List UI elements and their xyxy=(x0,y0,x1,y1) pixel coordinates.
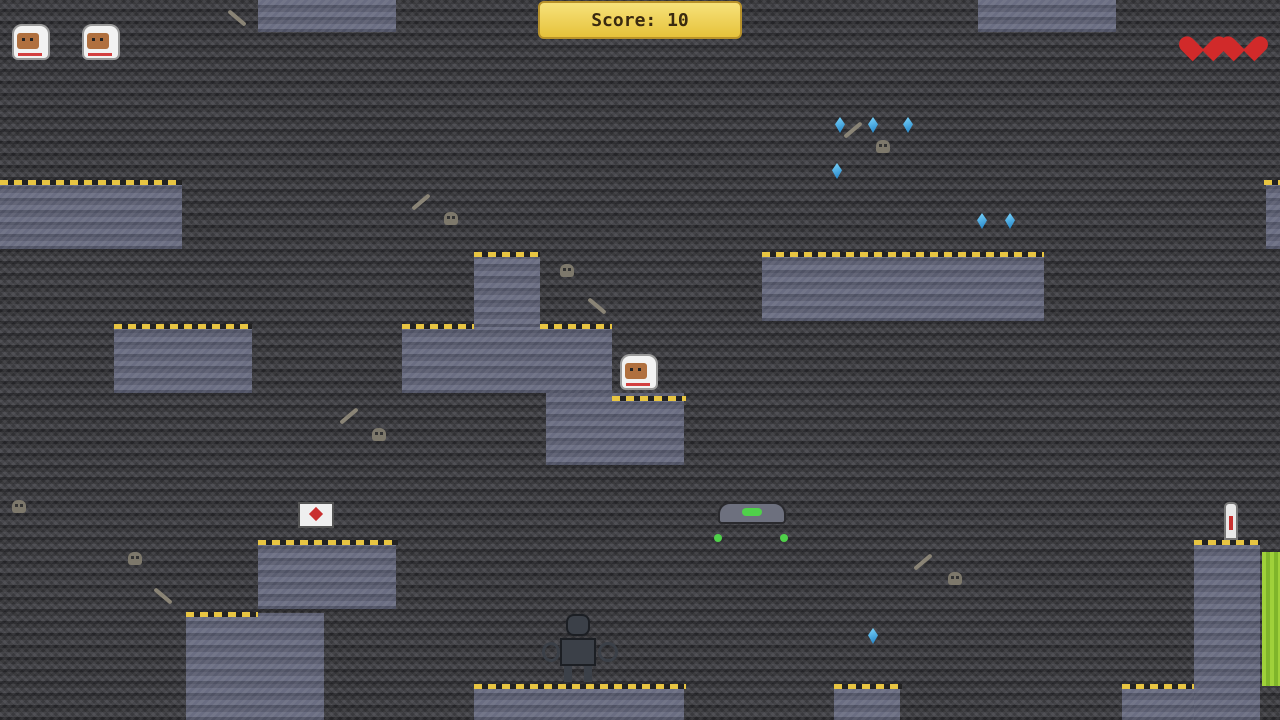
hazard-ledge xyxy=(0,180,182,185)
platform-block xyxy=(546,393,684,465)
life-icon xyxy=(82,24,120,62)
skull-decoration xyxy=(444,212,458,225)
bone-decoration xyxy=(153,587,173,605)
hazard-ledge xyxy=(474,684,686,689)
hazard-ledge xyxy=(612,396,686,401)
skull-decoration xyxy=(128,552,142,565)
hazard-ledge xyxy=(474,252,540,257)
crystal-gem xyxy=(977,213,987,229)
drone-enemy xyxy=(714,498,790,544)
platform-block xyxy=(186,613,324,720)
skull-decoration xyxy=(876,140,890,153)
platform-block xyxy=(402,327,612,393)
platform-block xyxy=(1122,687,1194,720)
crystal-gem xyxy=(868,117,878,133)
bone-decoration xyxy=(227,9,247,27)
platform-block xyxy=(474,255,540,327)
bone-decoration xyxy=(339,407,359,425)
crystal-gem xyxy=(1005,213,1015,229)
crystal-gem xyxy=(832,163,842,179)
hazard-ledge xyxy=(1122,684,1194,689)
score-text: Score: 10 xyxy=(591,9,689,31)
platform-block xyxy=(762,255,1044,321)
acid-wall xyxy=(1262,552,1280,686)
skull-decoration xyxy=(12,500,26,513)
hazard-ledge xyxy=(762,252,1044,257)
hazard-ledge xyxy=(834,684,902,689)
heart-icon xyxy=(1229,26,1259,54)
skull-decoration xyxy=(948,572,962,585)
crystal-gem xyxy=(903,117,913,133)
platform-block xyxy=(834,687,900,720)
skull-decoration xyxy=(560,264,574,277)
game-stage[interactable]: Score: 10 xyxy=(0,0,1280,720)
bone-decoration xyxy=(843,121,863,139)
platform-block xyxy=(114,327,252,393)
skeleton-enemy xyxy=(540,612,622,684)
score-panel: Score: 10 xyxy=(538,1,742,39)
checkpoint-beacon xyxy=(1224,502,1238,540)
bone-decoration xyxy=(913,553,933,571)
hazard-ledge xyxy=(402,324,474,329)
hazard-ledge xyxy=(114,324,252,329)
platform-block xyxy=(258,543,396,609)
platform-block xyxy=(474,687,684,720)
hazard-ledge xyxy=(1264,180,1280,185)
hazard-ledge xyxy=(1194,540,1260,545)
hazard-ledge xyxy=(540,324,612,329)
health-crate xyxy=(298,502,334,528)
crystal-gem xyxy=(835,117,845,133)
bone-decoration xyxy=(411,193,431,211)
bone-decoration xyxy=(587,297,607,315)
player-astronaut xyxy=(620,354,658,392)
hazard-ledge xyxy=(258,540,398,545)
skull-decoration xyxy=(372,428,386,441)
platform-block xyxy=(258,0,396,32)
platform-block xyxy=(1194,543,1260,720)
platform-block xyxy=(0,183,182,249)
platform-block xyxy=(1266,183,1280,249)
heart-icon xyxy=(1188,26,1218,54)
platform-block xyxy=(978,0,1116,32)
crystal-gem xyxy=(868,628,878,644)
life-icon xyxy=(12,24,50,62)
hazard-ledge xyxy=(186,612,258,617)
